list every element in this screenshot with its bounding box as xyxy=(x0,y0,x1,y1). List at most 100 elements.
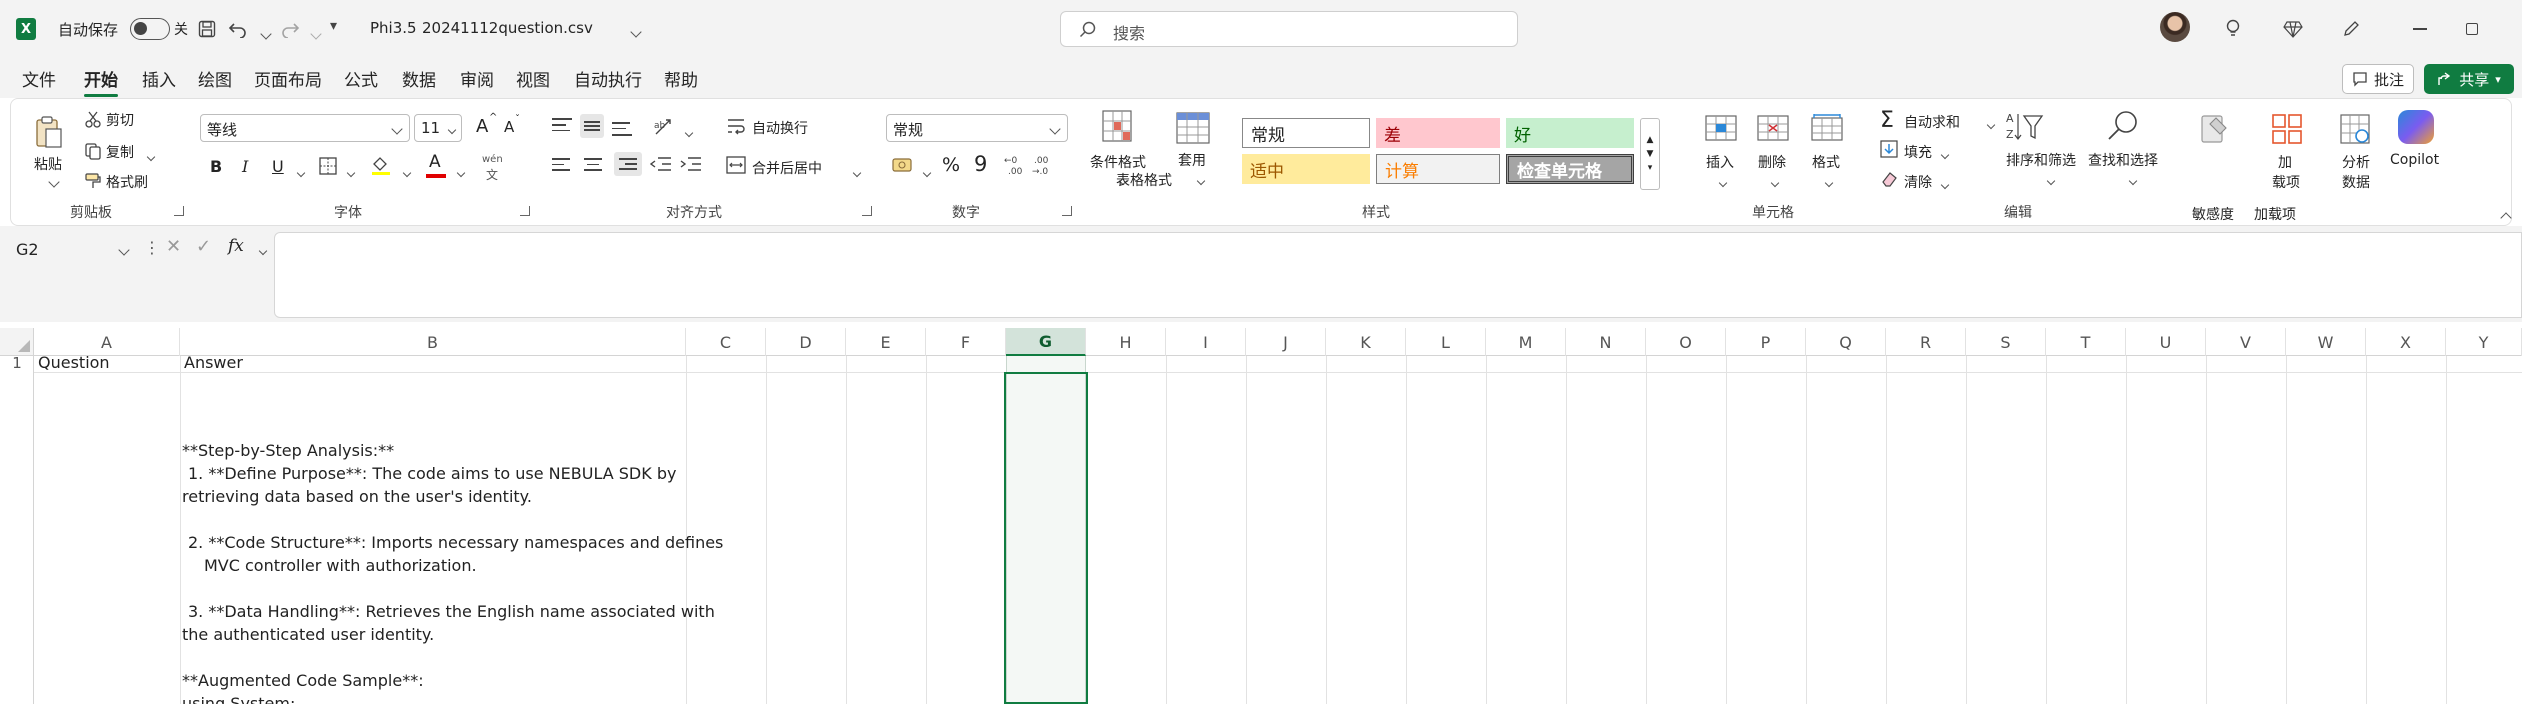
clear-label[interactable]: 清除 xyxy=(1904,172,1932,192)
accounting-format-icon[interactable] xyxy=(892,156,914,174)
tab-file[interactable]: 文件 xyxy=(22,66,56,91)
paste-dropdown-icon[interactable] xyxy=(44,172,60,190)
column-header-q[interactable]: Q xyxy=(1806,328,1886,356)
conditional-formatting-label[interactable]: 条件格式 xyxy=(1090,152,1146,172)
pen-icon[interactable] xyxy=(2336,14,2366,44)
merge-center-icon[interactable] xyxy=(726,156,746,174)
column-header-o[interactable]: O xyxy=(1646,328,1726,356)
format-cells-dropdown-icon[interactable] xyxy=(1820,172,1834,190)
column-header-h[interactable]: H xyxy=(1086,328,1166,356)
font-size-select[interactable]: 11 xyxy=(414,114,462,142)
align-top-icon[interactable] xyxy=(552,118,572,134)
column-header-j[interactable]: J xyxy=(1246,328,1326,356)
copy-icon[interactable] xyxy=(84,142,102,160)
insert-cells-icon[interactable] xyxy=(1704,114,1738,142)
grow-font-button[interactable]: A xyxy=(476,116,488,137)
format-cells-label[interactable]: 格式 xyxy=(1812,152,1840,172)
find-select-label[interactable]: 查找和选择 xyxy=(2088,150,2158,170)
comment-button[interactable]: 批注 xyxy=(2342,64,2414,94)
borders-dropdown-icon[interactable] xyxy=(342,162,356,180)
column-header-f[interactable]: F xyxy=(926,328,1006,356)
insert-function-dropdown-icon[interactable] xyxy=(254,240,268,258)
name-box[interactable]: G2 xyxy=(10,236,136,264)
sort-filter-label[interactable]: 排序和筛选 xyxy=(2006,150,2076,170)
borders-icon[interactable] xyxy=(318,156,338,176)
fill-label[interactable]: 填充 xyxy=(1904,142,1932,162)
add-ins-icon[interactable] xyxy=(2270,112,2304,146)
cell-a1-question[interactable]: Question xyxy=(38,352,110,374)
quick-access-more-icon[interactable]: ▾ xyxy=(330,18,337,34)
tab-draw[interactable]: 绘图 xyxy=(198,66,232,91)
accounting-dropdown-icon[interactable] xyxy=(918,162,932,180)
sensitivity-label[interactable]: 敏感度 xyxy=(2192,204,2234,224)
diamond-icon[interactable] xyxy=(2278,14,2308,44)
tab-view[interactable]: 视图 xyxy=(516,66,550,91)
column-header-n[interactable]: N xyxy=(1566,328,1646,356)
active-cell-g2[interactable] xyxy=(1004,372,1088,704)
merge-center-label[interactable]: 合并后居中 xyxy=(752,158,822,178)
style-normal[interactable]: 常规 xyxy=(1242,118,1370,148)
alignment-dialog-launcher-icon[interactable] xyxy=(862,206,872,216)
analyze-data-icon[interactable] xyxy=(2338,112,2372,146)
insert-cells-dropdown-icon[interactable] xyxy=(1714,172,1728,190)
cut-icon[interactable] xyxy=(84,110,102,128)
font-name-select[interactable]: 等线 xyxy=(200,114,410,142)
decrease-indent-icon[interactable] xyxy=(650,156,672,172)
shrink-font-button[interactable]: A xyxy=(504,118,514,136)
formula-input[interactable] xyxy=(274,232,2522,318)
format-painter-icon[interactable] xyxy=(84,172,102,190)
avatar[interactable] xyxy=(2160,12,2190,42)
column-header-v[interactable]: V xyxy=(2206,328,2286,356)
column-header-t[interactable]: T xyxy=(2046,328,2126,356)
delete-cells-label[interactable]: 删除 xyxy=(1758,152,1786,172)
save-icon[interactable] xyxy=(194,16,220,42)
copy-dropdown-icon[interactable] xyxy=(142,146,156,164)
cell-b1-answer[interactable]: Answer xyxy=(184,352,243,374)
column-header-k[interactable]: K xyxy=(1326,328,1406,356)
delete-cells-icon[interactable] xyxy=(1756,114,1790,142)
analyze-data-label-b[interactable]: 数据 xyxy=(2342,172,2370,192)
percent-style-button[interactable]: % xyxy=(942,154,960,176)
increase-decimal-icon[interactable]: ←0.00 xyxy=(1004,154,1028,176)
tab-help[interactable]: 帮助 xyxy=(664,66,698,91)
conditional-formatting-icon[interactable] xyxy=(1102,110,1136,146)
share-button[interactable]: 共享 ▾ xyxy=(2424,64,2514,94)
tab-page-layout[interactable]: 页面布局 xyxy=(254,66,322,91)
column-header-d[interactable]: D xyxy=(766,328,846,356)
align-center-icon[interactable] xyxy=(584,158,604,171)
tab-automate[interactable]: 自动执行 xyxy=(574,66,642,91)
lightbulb-icon[interactable] xyxy=(2218,14,2248,44)
tab-insert[interactable]: 插入 xyxy=(142,66,176,91)
tab-review[interactable]: 审阅 xyxy=(460,66,494,91)
fill-dropdown-icon[interactable] xyxy=(1936,144,1950,162)
increase-indent-icon[interactable] xyxy=(680,156,702,172)
orientation-icon[interactable]: ab xyxy=(652,116,678,138)
wrap-text-label[interactable]: 自动换行 xyxy=(752,118,808,138)
analyze-data-label-a[interactable]: 分析 xyxy=(2342,152,2370,172)
column-header-y[interactable]: Y xyxy=(2446,328,2522,356)
align-left-icon[interactable] xyxy=(552,158,572,171)
redo-icon[interactable] xyxy=(276,16,304,42)
fill-color-icon[interactable] xyxy=(370,154,392,176)
tab-home[interactable]: 开始 xyxy=(84,66,118,97)
align-bottom-icon[interactable] xyxy=(612,118,632,136)
underline-button[interactable]: U xyxy=(272,157,284,176)
column-header-m[interactable]: M xyxy=(1486,328,1566,356)
style-good[interactable]: 好 xyxy=(1506,118,1634,148)
clear-icon[interactable] xyxy=(1880,170,1898,188)
style-bad[interactable]: 差 xyxy=(1376,118,1500,148)
enter-entry-icon[interactable]: ✓ xyxy=(196,236,211,257)
phonetic-guide-button[interactable]: wén xyxy=(482,154,503,165)
fill-color-dropdown-icon[interactable] xyxy=(398,162,412,180)
paste-icon[interactable] xyxy=(30,112,68,152)
format-as-table-label-b[interactable]: 表格格式 xyxy=(1116,170,1172,190)
find-select-dropdown-icon[interactable] xyxy=(2124,170,2138,188)
search-box[interactable]: 搜索 xyxy=(1060,11,1518,47)
column-header-w[interactable]: W xyxy=(2286,328,2366,356)
fill-icon[interactable] xyxy=(1880,140,1898,158)
spreadsheet-grid[interactable] xyxy=(0,322,2522,704)
column-header-e[interactable]: E xyxy=(846,328,926,356)
column-header-c[interactable]: C xyxy=(686,328,766,356)
merge-center-dropdown-icon[interactable] xyxy=(848,162,862,180)
sort-filter-dropdown-icon[interactable] xyxy=(2042,170,2056,188)
